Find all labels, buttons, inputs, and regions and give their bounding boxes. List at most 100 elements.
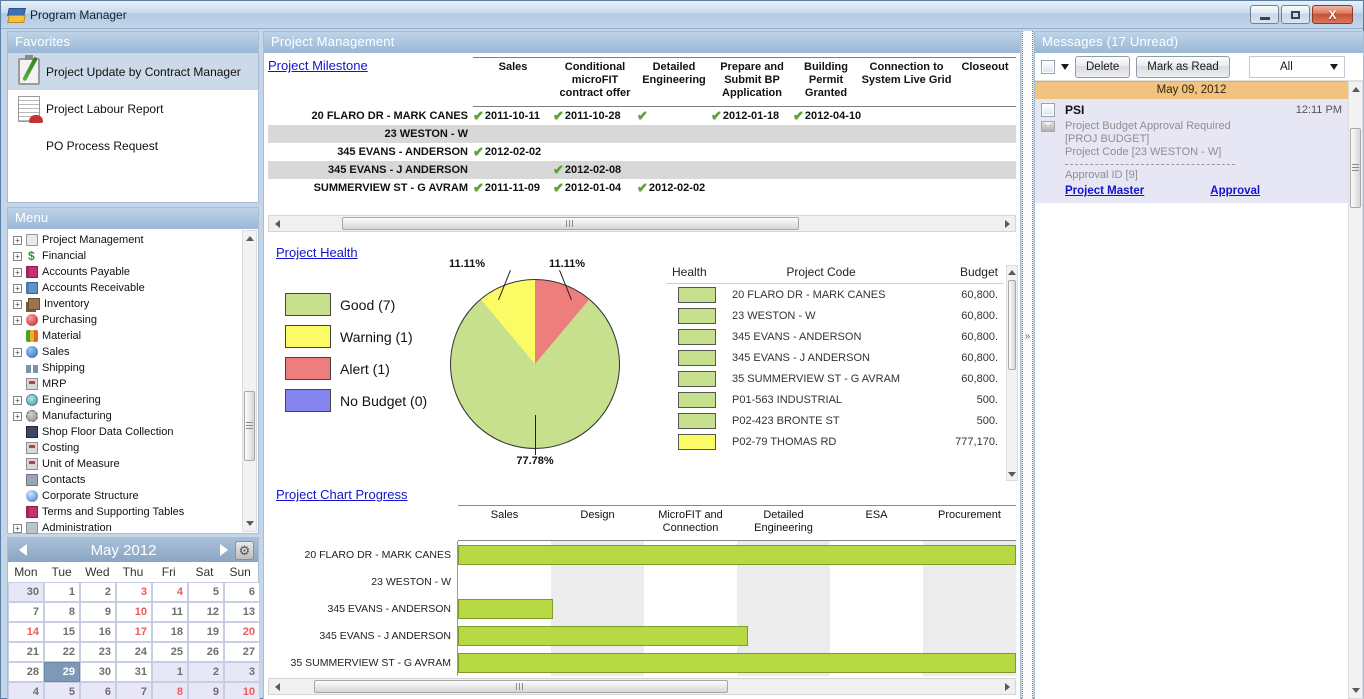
- message-checkbox[interactable]: [1041, 103, 1055, 117]
- menu-item[interactable]: +Administration: [13, 520, 242, 534]
- calendar-day[interactable]: 20: [224, 622, 260, 642]
- milestone-hscrollbar[interactable]: [268, 215, 1016, 232]
- calendar-day[interactable]: 11: [152, 602, 188, 622]
- calendar-day[interactable]: 18: [152, 622, 188, 642]
- calendar-day[interactable]: 8: [44, 602, 80, 622]
- calendar-day[interactable]: 24: [116, 642, 152, 662]
- calendar-day[interactable]: 6: [80, 682, 116, 699]
- calendar-next-button[interactable]: [213, 544, 235, 556]
- scroll-track[interactable]: [285, 216, 999, 231]
- menu-item[interactable]: +Inventory: [13, 296, 242, 312]
- expand-plus-icon[interactable]: +: [13, 524, 22, 533]
- scroll-left-arrow[interactable]: [269, 679, 285, 694]
- project-health-link[interactable]: Project Health: [276, 245, 358, 260]
- calendar-day[interactable]: 10: [116, 602, 152, 622]
- scroll-thumb[interactable]: [1008, 280, 1016, 370]
- scroll-track[interactable]: [285, 679, 999, 694]
- scroll-right-arrow[interactable]: [999, 216, 1015, 231]
- calendar-day[interactable]: 12: [188, 602, 224, 622]
- scroll-up-arrow[interactable]: [243, 231, 256, 246]
- calendar-day[interactable]: 6: [224, 582, 260, 602]
- calendar-day[interactable]: 1: [152, 662, 188, 682]
- calendar-prev-button[interactable]: [12, 544, 34, 556]
- calendar-day[interactable]: 27: [224, 642, 260, 662]
- menu-item[interactable]: +Financial: [13, 248, 242, 264]
- menu-item[interactable]: Contacts: [13, 472, 242, 488]
- expand-plus-icon[interactable]: +: [13, 300, 22, 309]
- calendar-day[interactable]: 30: [8, 582, 44, 602]
- menu-item[interactable]: Corporate Structure: [13, 488, 242, 504]
- expand-plus-icon[interactable]: +: [13, 412, 22, 421]
- expand-plus-icon[interactable]: +: [13, 284, 22, 293]
- expand-plus-icon[interactable]: +: [13, 236, 22, 245]
- project-master-link[interactable]: Project Master: [1065, 185, 1144, 197]
- favorites-item[interactable]: Project Labour Report: [8, 90, 258, 127]
- calendar-day[interactable]: 25: [152, 642, 188, 662]
- calendar-day[interactable]: 30: [80, 662, 116, 682]
- calendar-day[interactable]: 3: [224, 662, 260, 682]
- calendar-day[interactable]: 14: [8, 622, 44, 642]
- scroll-left-arrow[interactable]: [269, 216, 285, 231]
- scroll-thumb[interactable]: [1350, 128, 1361, 208]
- filter-dropdown[interactable]: All: [1249, 56, 1345, 78]
- menu-item[interactable]: +Purchasing: [13, 312, 242, 328]
- calendar-day[interactable]: 7: [116, 682, 152, 699]
- calendar-day[interactable]: 19: [188, 622, 224, 642]
- close-button[interactable]: X: [1312, 5, 1353, 24]
- calendar-day[interactable]: 9: [188, 682, 224, 699]
- calendar-day[interactable]: 2: [80, 582, 116, 602]
- scroll-down-arrow[interactable]: [243, 516, 256, 531]
- panel-splitter[interactable]: »: [1022, 31, 1033, 699]
- favorites-item[interactable]: Project Update by Contract Manager: [8, 53, 258, 90]
- calendar-day[interactable]: 28: [8, 662, 44, 682]
- delete-button[interactable]: Delete: [1075, 56, 1130, 78]
- menu-item[interactable]: Unit of Measure: [13, 456, 242, 472]
- calendar-day[interactable]: 2: [188, 662, 224, 682]
- select-all-checkbox[interactable]: [1041, 60, 1055, 74]
- maximize-button[interactable]: [1281, 5, 1310, 24]
- calendar-day[interactable]: 26: [188, 642, 224, 662]
- calendar-day[interactable]: 5: [44, 682, 80, 699]
- menu-item[interactable]: Terms and Supporting Tables: [13, 504, 242, 520]
- scroll-up-arrow[interactable]: [1007, 266, 1017, 278]
- favorites-item[interactable]: PO Process Request: [8, 127, 258, 164]
- health-table-scrollbar[interactable]: [1006, 265, 1018, 481]
- calendar-day[interactable]: 21: [8, 642, 44, 662]
- menu-item[interactable]: Costing: [13, 440, 242, 456]
- calendar-day[interactable]: 3: [116, 582, 152, 602]
- calendar-day-selected[interactable]: 29: [44, 662, 80, 682]
- calendar-day[interactable]: 22: [44, 642, 80, 662]
- messages-scrollbar[interactable]: [1348, 81, 1363, 699]
- calendar-day[interactable]: 13: [224, 602, 260, 622]
- calendar-settings-gear-icon[interactable]: ⚙: [235, 541, 254, 560]
- scroll-thumb[interactable]: [314, 680, 728, 693]
- scroll-down-arrow[interactable]: [1349, 683, 1362, 698]
- mark-as-read-button[interactable]: Mark as Read: [1136, 56, 1230, 78]
- calendar-day[interactable]: 8: [152, 682, 188, 699]
- calendar-day[interactable]: 1: [44, 582, 80, 602]
- calendar-day[interactable]: 7: [8, 602, 44, 622]
- expand-plus-icon[interactable]: +: [13, 348, 22, 357]
- expand-plus-icon[interactable]: +: [13, 316, 22, 325]
- calendar-day[interactable]: 9: [80, 602, 116, 622]
- scroll-thumb[interactable]: [342, 217, 799, 230]
- progress-hscrollbar[interactable]: [268, 678, 1016, 695]
- expand-plus-icon[interactable]: +: [13, 252, 22, 261]
- calendar-day[interactable]: 4: [8, 682, 44, 699]
- calendar-day[interactable]: 31: [116, 662, 152, 682]
- menu-item[interactable]: +Accounts Receivable: [13, 280, 242, 296]
- minimize-button[interactable]: [1250, 5, 1279, 24]
- expand-plus-icon[interactable]: +: [13, 396, 22, 405]
- scroll-up-arrow[interactable]: [1349, 82, 1362, 97]
- menu-scrollbar[interactable]: [242, 230, 257, 532]
- menu-item[interactable]: Material: [13, 328, 242, 344]
- scroll-down-arrow[interactable]: [1007, 468, 1017, 480]
- calendar-day[interactable]: 23: [80, 642, 116, 662]
- calendar-day[interactable]: 5: [188, 582, 224, 602]
- project-chart-progress-link[interactable]: Project Chart Progress: [276, 487, 408, 502]
- scroll-right-arrow[interactable]: [999, 679, 1015, 694]
- calendar-day[interactable]: 16: [80, 622, 116, 642]
- project-milestone-link[interactable]: Project Milestone: [268, 58, 368, 73]
- expand-plus-icon[interactable]: +: [13, 268, 22, 277]
- calendar-day[interactable]: 10: [224, 682, 260, 699]
